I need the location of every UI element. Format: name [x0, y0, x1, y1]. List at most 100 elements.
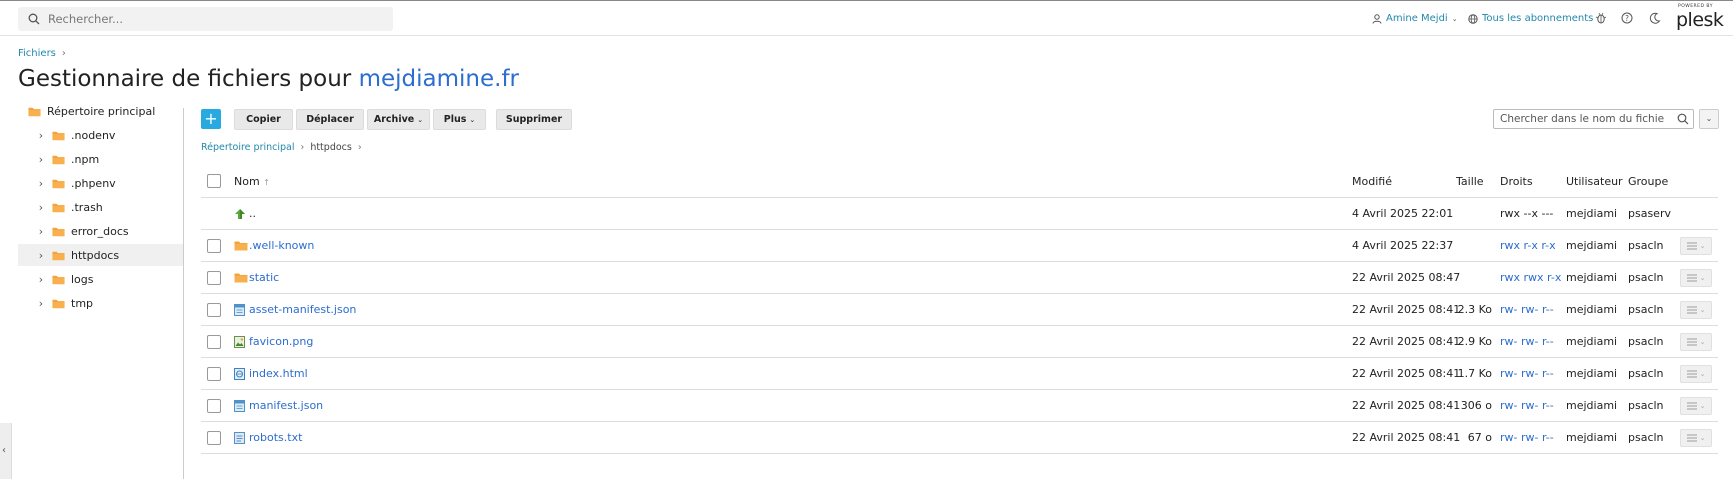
chevron-right-icon[interactable]: › [36, 153, 46, 166]
chevron-right-icon[interactable]: › [36, 273, 46, 286]
delete-button[interactable]: Supprimer [496, 109, 572, 130]
tree-item-tmp[interactable]: › tmp [18, 292, 183, 314]
row-checkbox[interactable] [207, 303, 221, 317]
file-size: 2.9 Ko [1457, 335, 1492, 348]
permissions-link[interactable]: rwx rwx r-x [1500, 271, 1561, 284]
table-row[interactable] [201, 262, 1718, 294]
user-menu[interactable]: Amine Mejdi ⌄ [1372, 13, 1458, 24]
page-title-prefix: Gestionnaire de fichiers pour [18, 66, 352, 92]
chevron-right-icon[interactable]: › [36, 297, 46, 310]
page-title-domain[interactable]: mejdiamine.fr [359, 66, 519, 92]
column-header-user[interactable]: Utilisateur [1566, 175, 1623, 188]
collapse-sidebar-handle[interactable]: ‹ [0, 423, 12, 479]
permissions-link[interactable]: rw- rw- r-- [1500, 303, 1554, 316]
tree-item-httpdocs[interactable]: › httpdocs [18, 244, 183, 266]
archive-button[interactable]: Archive ⌄ [367, 109, 430, 130]
text-file-icon [234, 432, 245, 444]
row-checkbox[interactable] [207, 399, 221, 413]
folder-name-link[interactable]: static [249, 271, 279, 284]
tree-item-npm[interactable]: › .npm [18, 148, 183, 170]
file-size: 2.3 Ko [1457, 303, 1492, 316]
folder-icon [52, 202, 65, 213]
path-breadcrumb: Répertoire principal › httpdocs › [201, 142, 362, 153]
file-name-link[interactable]: favicon.png [249, 335, 313, 348]
owner-group: psacln [1628, 399, 1664, 412]
owner-group: psacln [1628, 367, 1664, 380]
file-name-link[interactable]: asset-manifest.json [249, 303, 356, 316]
column-header-modified[interactable]: Modifié [1352, 175, 1392, 188]
row-checkbox[interactable] [207, 431, 221, 445]
owner-user: mejdiami [1566, 239, 1618, 252]
column-header-group[interactable]: Groupe [1628, 175, 1668, 188]
row-actions-menu-button[interactable]: ⌄ [1680, 365, 1712, 383]
row-checkbox[interactable] [207, 271, 221, 285]
plesk-logo: POWERED BY plesk [1676, 4, 1724, 34]
filename-search-placeholder: Chercher dans le nom du fichie [1500, 113, 1665, 125]
hamburger-icon [1686, 370, 1697, 378]
theme-toggle-icon[interactable] [1649, 12, 1661, 24]
permissions-link[interactable]: rw- rw- r-- [1500, 335, 1554, 348]
filename-search-input[interactable]: Chercher dans le nom du fichie [1493, 109, 1694, 129]
bug-report-icon[interactable] [1595, 12, 1607, 24]
parent-directory-icon [234, 208, 246, 220]
table-row[interactable] [201, 230, 1718, 262]
chevron-right-icon[interactable]: › [36, 249, 46, 262]
user-icon [1372, 13, 1382, 24]
help-icon[interactable]: ? [1621, 12, 1633, 24]
row-actions-menu-button[interactable]: ⌄ [1680, 429, 1712, 447]
chevron-right-icon: › [300, 142, 305, 153]
tree-item-root[interactable]: Répertoire principal [18, 100, 183, 122]
move-button[interactable]: Déplacer [296, 109, 364, 130]
permissions-link[interactable]: rwx r-x r-x [1500, 239, 1556, 252]
tree-item-error-docs[interactable]: › error_docs [18, 220, 183, 242]
row-checkbox[interactable] [207, 239, 221, 253]
chevron-right-icon[interactable]: › [36, 225, 46, 238]
permissions-link[interactable]: rw- rw- r-- [1500, 367, 1554, 380]
chevron-right-icon[interactable]: › [36, 201, 46, 214]
parent-directory-row[interactable] [201, 198, 1718, 230]
tree-divider[interactable] [183, 108, 184, 479]
permissions-link[interactable]: rw- rw- r-- [1500, 399, 1554, 412]
breadcrumb-files-link[interactable]: Fichiers [18, 48, 56, 59]
copy-button[interactable]: Copier [234, 109, 293, 130]
chevron-right-icon[interactable]: › [36, 177, 46, 190]
path-root-link[interactable]: Répertoire principal [201, 142, 295, 153]
more-button[interactable]: Plus ⌄ [433, 109, 486, 130]
sort-ascending-icon: ↑ [263, 178, 270, 187]
modified-date: 4 Avril 2025 22:37 [1352, 239, 1454, 252]
tree-item-phpenv[interactable]: › .phpenv [18, 172, 183, 194]
folder-icon [52, 298, 65, 309]
search-options-dropdown[interactable]: ⌄ [1699, 109, 1719, 129]
tree-item-trash[interactable]: › .trash [18, 196, 183, 218]
subscriptions-menu[interactable]: Tous les abonnements [1468, 13, 1593, 24]
permissions-link: rwx --x --- [1500, 207, 1554, 220]
row-checkbox[interactable] [207, 335, 221, 349]
file-name-link[interactable]: robots.txt [249, 431, 302, 444]
column-header-size[interactable]: Taille [1456, 175, 1484, 188]
owner-user: mejdiami [1566, 367, 1618, 380]
delete-button-label: Supprimer [505, 114, 563, 125]
column-header-name[interactable]: Nom ↑ [234, 175, 270, 188]
chevron-right-icon[interactable]: › [36, 129, 46, 142]
search-icon[interactable] [1677, 113, 1689, 125]
tree-item-logs[interactable]: › logs [18, 268, 183, 290]
tree-item-nodenv[interactable]: › .nodenv [18, 124, 183, 146]
file-name-link[interactable]: index.html [249, 367, 308, 380]
row-actions-menu-button[interactable]: ⌄ [1680, 237, 1712, 255]
row-actions-menu-button[interactable]: ⌄ [1680, 397, 1712, 415]
permissions-link[interactable]: rw- rw- r-- [1500, 431, 1554, 444]
row-checkbox[interactable] [207, 367, 221, 381]
parent-directory-link[interactable]: .. [249, 207, 256, 220]
column-header-rights[interactable]: Droits [1500, 175, 1533, 188]
row-actions-menu-button[interactable]: ⌄ [1680, 269, 1712, 287]
owner-user: mejdiami [1566, 335, 1618, 348]
row-actions-menu-button[interactable]: ⌄ [1680, 333, 1712, 351]
hamburger-icon [1686, 402, 1697, 410]
add-button[interactable]: + [201, 109, 221, 129]
hamburger-icon [1686, 306, 1697, 314]
global-search-input[interactable]: Rechercher... [18, 7, 393, 31]
folder-name-link[interactable]: .well-known [249, 239, 314, 252]
row-actions-menu-button[interactable]: ⌄ [1680, 301, 1712, 319]
file-name-link[interactable]: manifest.json [249, 399, 323, 412]
select-all-checkbox[interactable] [207, 174, 221, 188]
